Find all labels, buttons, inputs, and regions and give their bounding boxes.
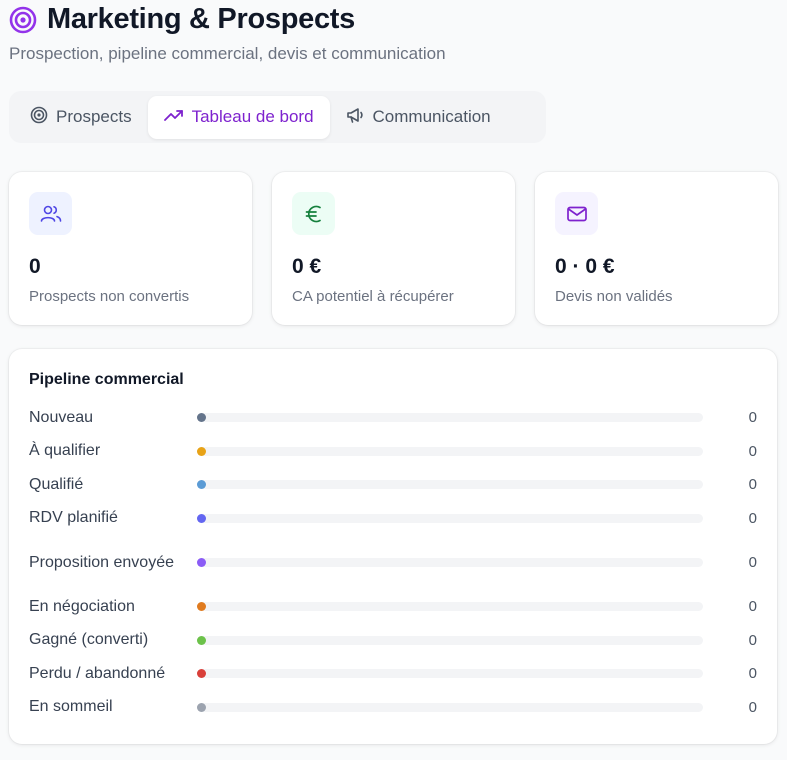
stat-card-devis: 0 · 0 € Devis non validés (535, 172, 778, 325)
tab-label: Prospects (56, 107, 132, 126)
stage-name: En négociation (29, 597, 135, 615)
stat-value: 0 · 0 € (555, 255, 615, 278)
stage-bar (197, 558, 703, 567)
stage-count: 0 (748, 554, 757, 571)
stage-count: 0 (748, 698, 757, 716)
target-icon (9, 6, 37, 34)
stage-bar (197, 669, 703, 679)
stage-count: 0 (748, 509, 757, 527)
stage-bar (197, 513, 703, 523)
stage-count: 0 (748, 476, 757, 494)
stage-dot (197, 413, 206, 423)
stage-dot (197, 480, 206, 490)
stat-card-prospects: 0 Prospects non convertis (9, 172, 252, 325)
stage-name: Perdu / abandonné (29, 664, 166, 682)
target-icon (30, 106, 48, 129)
tab-label: Tableau de bord (191, 107, 314, 126)
tab-label: Communication (372, 107, 491, 126)
stage-bar (197, 480, 703, 490)
stage-name: Nouveau (29, 408, 94, 426)
stage-name: Qualifié (29, 475, 84, 493)
title-row: Marketing & Prospects (9, 3, 446, 36)
stage-count: 0 (748, 631, 757, 649)
stage-name: À qualifier (29, 442, 101, 460)
stage-count: 0 (748, 442, 757, 460)
stage-name: En sommeil (29, 698, 113, 716)
stage-dot (197, 446, 206, 456)
stage-dot (197, 602, 206, 612)
tab-communication[interactable]: Communication (330, 96, 507, 139)
mail-icon (555, 192, 598, 235)
tab-bar: Prospects Tableau de bord Communication (9, 91, 546, 143)
stage-bar (197, 413, 703, 423)
stage-bar (197, 635, 703, 645)
tab-prospects[interactable]: Prospects (14, 96, 148, 139)
stage-count: 0 (748, 598, 757, 616)
tab-tableau-de-bord[interactable]: Tableau de bord (147, 95, 330, 139)
stage-count: 0 (748, 409, 757, 427)
stage-row-proposition-envoyee: Proposition envoyée 0 (29, 535, 757, 590)
stat-label: Devis non validés (555, 288, 673, 305)
stage-row-perdu: Perdu / abandonné 0 (29, 657, 757, 691)
megaphone-icon (346, 106, 365, 129)
stat-value: 0 (29, 255, 41, 278)
stage-name: RDV planifié (29, 509, 118, 527)
stage-row-a-qualifier: À qualifier 0 (29, 435, 757, 469)
stat-label: CA potentiel à récupérer (292, 288, 454, 305)
stage-dot (197, 558, 206, 567)
stage-row-en-negociation: En négociation 0 (29, 590, 757, 624)
pipeline-panel: Pipeline commercial Nouveau 0 À qualifie… (9, 349, 777, 744)
stats-row: 0 Prospects non convertis 0 € CA potenti… (9, 172, 778, 325)
stage-row-en-sommeil: En sommeil 0 (29, 691, 757, 725)
stage-dot (197, 669, 206, 679)
users-icon (29, 192, 72, 235)
stage-dot (197, 513, 206, 523)
stage-name: Proposition envoyée (29, 553, 174, 571)
stage-row-nouveau: Nouveau 0 (29, 401, 757, 435)
euro-icon (292, 192, 335, 235)
stage-row-rdv-planifie: RDV planifié 0 (29, 502, 757, 536)
page-title: Marketing & Prospects (47, 3, 355, 35)
stage-name: Gagné (converti) (29, 631, 149, 649)
stage-bar (197, 602, 703, 612)
stat-card-ca-potentiel: 0 € CA potentiel à récupérer (272, 172, 515, 325)
trending-up-icon (163, 106, 184, 129)
stage-count: 0 (748, 665, 757, 683)
stage-dot (197, 635, 206, 645)
stat-label: Prospects non convertis (29, 288, 190, 305)
stage-bar (197, 446, 703, 456)
pipeline-title: Pipeline commercial (29, 371, 184, 388)
stage-row-gagne: Gagné (converti) 0 (29, 624, 757, 658)
stat-value: 0 € (292, 255, 322, 278)
page-subtitle: Prospection, pipeline commercial, devis … (9, 44, 446, 63)
stage-bar (197, 702, 703, 712)
page-header: Marketing & Prospects Prospection, pipel… (9, 3, 446, 64)
stage-row-qualifie: Qualifié 0 (29, 468, 757, 502)
stage-dot (197, 702, 206, 712)
